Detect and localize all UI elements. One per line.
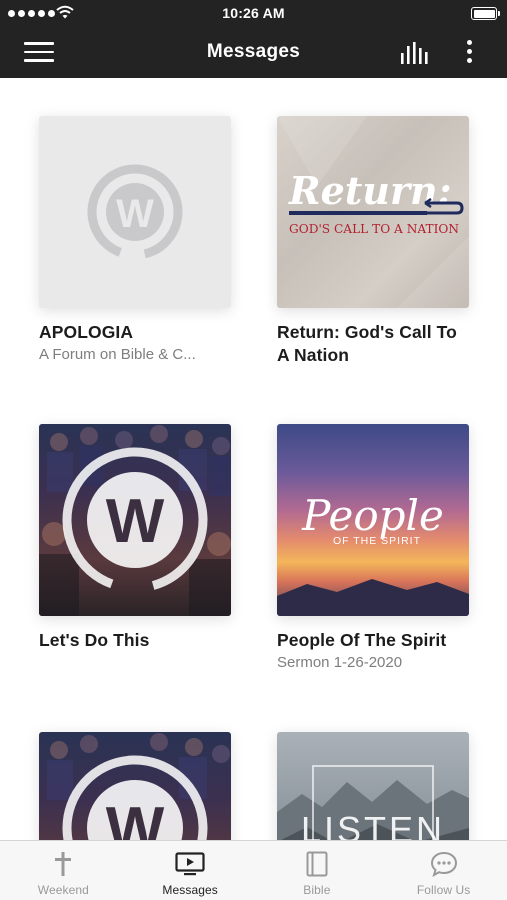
nav-bar: Messages [0,28,507,78]
tab-label: Follow Us [416,883,471,897]
chat-bubble-icon [430,851,457,877]
series-artwork: W [39,424,231,616]
series-artwork: People OF THE SPIRIT [277,424,469,616]
artwork-title: LISTEN [301,809,445,840]
series-card-apologia[interactable]: W APOLOGIA A Forum on Bible & C... [39,116,231,365]
artwork-title: People [301,491,444,540]
audio-bars-icon[interactable] [398,41,430,65]
w-logo-icon: W [87,164,183,260]
book-icon [306,851,328,877]
more-vertical-icon[interactable] [458,40,480,68]
tab-follow-us[interactable]: Follow Us [380,841,507,900]
series-artwork: LISTEN [277,732,469,840]
tab-bible[interactable]: Bible [254,841,381,900]
cross-icon [55,852,72,876]
status-time: 10:26 AM [222,5,285,21]
artwork-title: Return: [288,168,452,213]
series-title: People Of The Spirit [277,630,447,650]
page-title: Messages [206,41,301,62]
tab-label: Weekend [37,883,89,897]
series-title: APOLOGIA [39,322,134,342]
series-title: Return: God's Call To A Nation [277,322,457,365]
series-artwork: W [39,732,231,840]
series-subtitle: A Forum on Bible & C... [39,346,196,363]
tab-messages[interactable]: Messages [127,841,254,900]
series-card-return[interactable]: Return: GOD'S CALL TO A NATION Return: G… [277,116,469,367]
tv-play-icon [175,852,205,876]
series-title: Let's Do This [39,630,150,650]
tab-bar: Weekend Messages Bible Follow Us [0,840,507,900]
artwork-subtitle: OF THE SPIRIT [333,535,421,547]
series-card-listen[interactable]: LISTEN [277,732,469,840]
svg-text:W: W [116,192,154,236]
series-artwork: Return: GOD'S CALL TO A NATION [277,116,469,308]
artwork-subtitle: GOD'S CALL TO A NATION [289,222,459,236]
w-logo-icon: W [106,795,165,840]
series-artwork: W [39,116,231,308]
tab-label: Messages [162,883,218,897]
status-bar: 10:26 AM [0,0,507,28]
series-card-lets-do-this[interactable]: W Let's Do This [39,424,231,652]
tab-weekend[interactable]: Weekend [0,841,127,900]
series-card-people-of-the-spirit[interactable]: People OF THE SPIRIT People Of The Spiri… [277,424,469,673]
series-card-5[interactable]: W [39,732,231,840]
battery-icon [471,7,500,20]
series-grid: W APOLOGIA A Forum on Bible & C... Retur… [0,78,507,840]
series-subtitle: Sermon 1-26-2020 [277,654,403,671]
tab-label: Bible [303,883,331,897]
w-logo-icon: W [106,487,165,556]
